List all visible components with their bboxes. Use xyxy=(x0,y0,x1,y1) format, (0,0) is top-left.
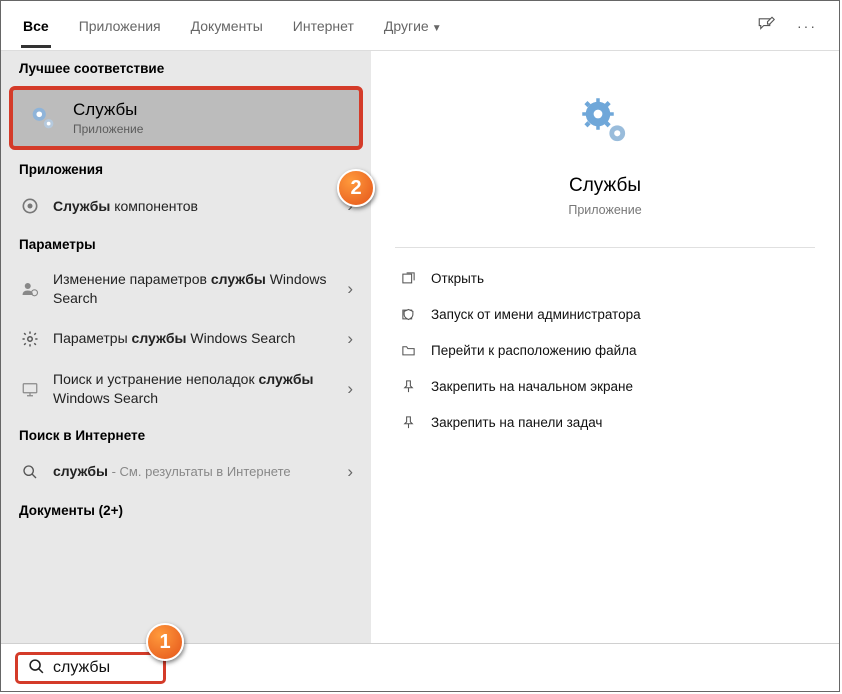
action-label: Открыть xyxy=(431,271,484,286)
chevron-right-icon: › xyxy=(347,279,353,299)
annotation-badge-2: 2 xyxy=(337,169,375,207)
search-box[interactable] xyxy=(15,652,166,684)
admin-icon xyxy=(399,305,417,323)
tab-all[interactable]: Все xyxy=(21,4,51,48)
section-best-match: Лучшее соответствие xyxy=(1,51,371,84)
section-settings: Параметры xyxy=(1,227,371,260)
results-panel: Лучшее соответствие Службы Приложение Пр… xyxy=(1,51,371,643)
action-run-admin[interactable]: Запуск от имени администратора xyxy=(387,296,823,332)
action-open[interactable]: Открыть xyxy=(387,260,823,296)
more-icon[interactable]: ··· xyxy=(797,18,817,34)
action-pin-taskbar[interactable]: Закрепить на панели задач xyxy=(387,404,823,440)
divider xyxy=(395,247,815,248)
action-label: Перейти к расположению файла xyxy=(431,343,637,358)
search-bar xyxy=(1,643,839,691)
tab-internet[interactable]: Интернет xyxy=(291,4,356,48)
chevron-right-icon: › xyxy=(347,329,353,349)
result-settings-2[interactable]: Поиск и устранение неполадок службы Wind… xyxy=(1,360,371,418)
action-label: Закрепить на начальном экране xyxy=(431,379,633,394)
tab-apps[interactable]: Приложения xyxy=(77,4,163,48)
result-apps-0[interactable]: Службы компонентов › xyxy=(1,185,371,227)
search-input[interactable] xyxy=(53,659,153,677)
gear-icon xyxy=(19,328,41,350)
detail-title: Службы xyxy=(371,175,839,197)
result-settings-1[interactable]: Параметры службы Windows Search › xyxy=(1,318,371,360)
search-icon xyxy=(19,461,41,483)
pin-icon xyxy=(399,413,417,431)
result-label: Параметры службы Windows Search xyxy=(53,329,347,348)
result-label: Поиск и устранение неполадок службы Wind… xyxy=(53,370,347,408)
section-internet: Поиск в Интернете xyxy=(1,418,371,451)
search-icon xyxy=(28,658,45,678)
section-documents: Документы (2+) xyxy=(1,493,371,526)
folder-icon xyxy=(399,341,417,359)
tab-documents[interactable]: Документы xyxy=(189,4,265,48)
chevron-right-icon: › xyxy=(347,379,353,399)
action-pin-start[interactable]: Закрепить на начальном экране xyxy=(387,368,823,404)
action-label: Запуск от имени администратора xyxy=(431,307,641,322)
open-icon xyxy=(399,269,417,287)
chevron-right-icon: › xyxy=(347,462,353,482)
annotation-badge-1: 1 xyxy=(146,623,184,661)
action-label: Закрепить на панели задач xyxy=(431,415,602,430)
tab-bar: Все Приложения Документы Интернет Другие… xyxy=(1,1,839,51)
best-match-title: Службы xyxy=(73,100,345,120)
action-file-location[interactable]: Перейти к расположению файла xyxy=(387,332,823,368)
tab-other[interactable]: Другие▼ xyxy=(382,4,444,48)
result-label: Службы компонентов xyxy=(53,197,347,216)
result-label: Изменение параметров службы Windows Sear… xyxy=(53,270,347,308)
pin-icon xyxy=(399,377,417,395)
chevron-down-icon: ▼ xyxy=(432,23,442,34)
section-apps: Приложения xyxy=(1,152,371,185)
troubleshoot-icon xyxy=(19,378,41,400)
component-services-icon xyxy=(19,195,41,217)
services-large-icon xyxy=(575,91,635,151)
gears-icon xyxy=(27,102,59,134)
best-match-subtitle: Приложение xyxy=(73,122,345,136)
detail-panel: Службы Приложение Открыть Запуск от имен… xyxy=(371,51,839,643)
result-label: службы - См. результаты в Интернете xyxy=(53,462,347,481)
detail-subtitle: Приложение xyxy=(371,203,839,217)
user-settings-icon xyxy=(19,278,41,300)
result-settings-0[interactable]: Изменение параметров службы Windows Sear… xyxy=(1,260,371,318)
best-match-item[interactable]: Службы Приложение xyxy=(9,86,363,150)
result-internet-0[interactable]: службы - См. результаты в Интернете › xyxy=(1,451,371,493)
feedback-icon[interactable] xyxy=(757,15,775,36)
